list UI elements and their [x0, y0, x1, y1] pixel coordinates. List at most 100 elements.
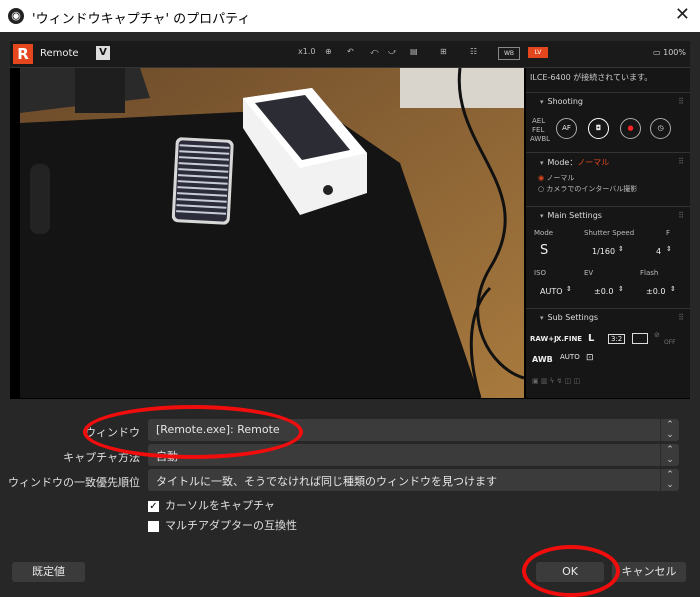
camera-control-panel: ILCE-6400 が接続されています。 ▾ Shooting ⠿ AEL FEL…	[526, 68, 690, 398]
remote-logo: R	[13, 44, 33, 64]
file-format[interactable]: RAW+J	[530, 335, 557, 343]
multi-adapter-label: マルチアダプターの互換性	[165, 519, 297, 532]
battery-icon: ▭	[653, 48, 661, 57]
capture-method-value: 自動	[156, 450, 178, 463]
radio-icon: ○	[538, 185, 545, 193]
flash-off-label: OFF	[664, 339, 676, 346]
desk-photo	[20, 68, 524, 398]
rotate-right-icon: ⤻	[388, 47, 397, 56]
mode-option-normal-label: ノーマル	[546, 174, 575, 182]
white-balance[interactable]: AWB	[532, 355, 553, 364]
priority-label: ウィンドウの一致優先順位	[8, 476, 140, 489]
mode-value: S	[540, 243, 549, 258]
chevron-down-icon: ▾	[540, 212, 544, 220]
stepper-icon[interactable]: ⇕	[666, 245, 672, 253]
select-arrows-icon: ⌃ ⌄	[660, 419, 679, 442]
rotate-left-icon: ⤺	[370, 47, 379, 56]
shooting-title[interactable]: ▾ Shooting	[540, 97, 583, 106]
mode-option-interval[interactable]: ○ カメラでのインターバル撮影	[538, 184, 637, 194]
display-icon: ▤	[410, 47, 418, 56]
iso-auto[interactable]: AUTO	[560, 353, 580, 361]
awbl-label[interactable]: AWBL	[530, 135, 550, 143]
record-icon[interactable]: ●	[620, 118, 641, 139]
mode-title[interactable]: ▾ Mode：ノーマル	[540, 157, 609, 168]
capture-preview: R Remote V x1.0 ⊕ ↶ ⤺ ⤻ ▤ ⊞ ☷ WB LV ▭ 10…	[10, 41, 690, 399]
radio-selected-icon: ◉	[538, 174, 545, 182]
ev-value[interactable]: ±0.0	[594, 287, 613, 296]
remote-app-name: Remote	[40, 48, 79, 59]
mode-title-text: Mode：	[547, 158, 578, 167]
image-quality[interactable]: X.FINE	[556, 335, 582, 343]
zoom-level: x1.0	[298, 47, 316, 56]
chevron-down-icon: ▾	[540, 159, 544, 167]
checkbox-empty-icon	[148, 520, 159, 532]
undo-icon: ↶	[347, 47, 354, 56]
shutter-speed-label: Shutter Speed	[584, 229, 635, 237]
lv-badge: LV	[528, 47, 548, 58]
stepper-icon[interactable]: ⇕	[566, 285, 572, 293]
flash-off-icon[interactable]: ⊘	[654, 331, 660, 339]
capture-method-label: キャプチャ方法	[63, 451, 140, 464]
stepper-icon[interactable]: ⇕	[670, 285, 676, 293]
drag-handle-icon[interactable]: ⠿	[678, 211, 684, 220]
ael-label[interactable]: AEL	[532, 117, 545, 125]
priority-value: タイトルに一致、そうでなければ同じ種類のウィンドウを見つけます	[156, 475, 497, 488]
fel-label[interactable]: FEL	[532, 126, 544, 134]
chevron-down-icon: ▾	[540, 98, 544, 106]
shooting-section: ▾ Shooting ⠿ AEL FEL AWBL AF ◘ ● ◷	[526, 92, 690, 151]
capture-cursor-checkbox[interactable]: ✓ カーソルをキャプチャ	[148, 497, 275, 513]
v-badge: V	[96, 46, 110, 60]
window-select-value: [Remote.exe]: Remote	[156, 423, 280, 436]
chevron-down-icon: ▾	[540, 314, 544, 322]
stepper-icon[interactable]: ⇕	[618, 285, 624, 293]
ev-label: EV	[584, 269, 594, 277]
iso-value[interactable]: AUTO	[540, 287, 563, 296]
checkmark-icon: ✓	[148, 500, 159, 512]
window-select[interactable]: [Remote.exe]: Remote ⌃ ⌄	[148, 419, 679, 442]
camera-icon[interactable]: ◘	[588, 118, 609, 139]
main-settings-title-text: Main Settings	[547, 211, 602, 220]
panorama-icon[interactable]	[632, 333, 648, 344]
battery-status: ▭ 100%	[653, 48, 686, 57]
mode-section: ▾ Mode：ノーマル ⠿ ◉ ノーマル ○ カメラでのインターバル撮影	[526, 152, 690, 205]
shutter-speed-value[interactable]: 1/160	[592, 247, 615, 256]
multi-adapter-checkbox[interactable]: マルチアダプターの互換性	[148, 517, 297, 533]
sub-settings-title[interactable]: ▾ Sub Settings	[540, 313, 598, 322]
defaults-button[interactable]: 既定値	[12, 562, 85, 582]
iso-label: ISO	[534, 269, 547, 277]
window-title: 'ウィンドウキャプチャ' のプロパティ	[32, 12, 251, 27]
remote-toolbar: R Remote V x1.0 ⊕ ↶ ⤺ ⤻ ▤ ⊞ ☷ WB LV ▭ 10…	[10, 41, 690, 68]
drag-handle-icon[interactable]: ⠿	[678, 313, 684, 322]
af-button[interactable]: AF	[556, 118, 577, 139]
title-bar: ◉ 'ウィンドウキャプチャ' のプロパティ ✕	[0, 0, 700, 32]
aspect-ratio[interactable]: 3:2	[608, 334, 626, 344]
sub-settings-title-text: Sub Settings	[547, 313, 599, 322]
ok-button[interactable]: OK	[536, 562, 604, 582]
capture-method-select[interactable]: 自動 ⌃ ⌄	[148, 444, 679, 467]
close-icon[interactable]: ✕	[675, 4, 690, 25]
timer-icon[interactable]: ◷	[650, 118, 671, 139]
drag-handle-icon[interactable]: ⠿	[678, 157, 684, 166]
stepper-icon[interactable]: ⇕	[618, 245, 624, 253]
shooting-title-text: Shooting	[547, 97, 583, 106]
select-arrows-icon: ⌃ ⌄	[660, 469, 679, 492]
live-view-image	[20, 68, 524, 398]
select-arrows-icon: ⌃ ⌄	[660, 444, 679, 467]
f-value[interactable]: 4	[656, 247, 661, 256]
main-settings-section: ▾ Main Settings ⠿ Mode Shutter Speed F S …	[526, 206, 690, 307]
flash-label: Flash	[640, 269, 659, 277]
battery-percent: 100%	[663, 48, 686, 57]
priority-select[interactable]: タイトルに一致、そうでなければ同じ種類のウィンドウを見つけます ⌃ ⌄	[148, 469, 679, 492]
guide-icon: ☷	[470, 47, 478, 56]
sub-settings-section: ▾ Sub Settings ⠿ RAW+J X.FINE L 3:2 ⊘ OFF…	[526, 308, 690, 398]
mode-label: Mode	[534, 229, 554, 237]
mode-current: ノーマル	[577, 158, 610, 167]
cancel-button[interactable]: キャンセル	[612, 562, 686, 582]
grid-icon: ⊞	[440, 47, 447, 56]
image-size[interactable]: L	[588, 333, 594, 344]
metering-icon[interactable]: ⊡	[586, 353, 594, 363]
flash-value[interactable]: ±0.0	[646, 287, 665, 296]
drag-handle-icon[interactable]: ⠿	[678, 97, 684, 106]
mode-option-normal[interactable]: ◉ ノーマル	[538, 173, 574, 183]
main-settings-title[interactable]: ▾ Main Settings	[540, 211, 602, 220]
